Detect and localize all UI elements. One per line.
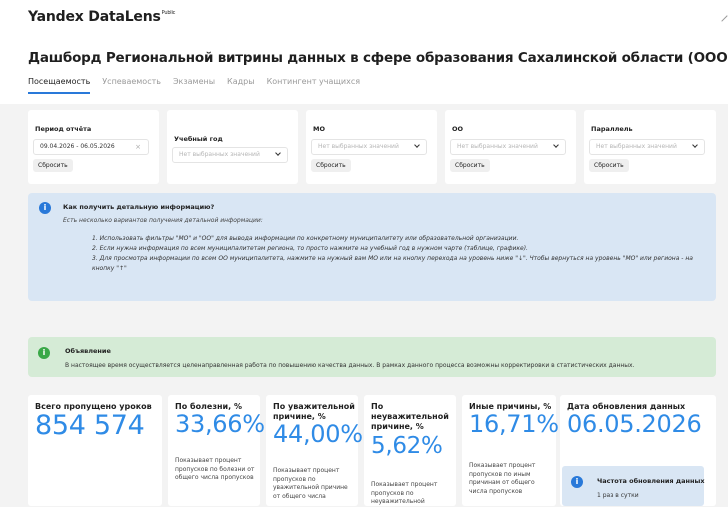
top-bar: Yandex DataLensPublic — [0, 0, 728, 34]
kpi-title: По уважительной причине, % — [273, 402, 355, 421]
year-filter: Учебный год Нет выбранных значений — [167, 110, 298, 184]
info-icon: i — [39, 202, 51, 214]
page-title: Дашборд Региональной витрины данных в сф… — [28, 50, 728, 66]
info-icon: i — [38, 347, 50, 359]
oo-reset-button[interactable]: Сбросить — [450, 159, 490, 172]
kpi-title: По неуважительной причине, % — [371, 402, 449, 431]
tab-performance[interactable]: Успеваемость — [102, 76, 161, 94]
mo-label: МО — [313, 125, 325, 133]
chevron-down-icon — [414, 142, 420, 148]
period-value: 09.04.2026 - 06.05.2026 — [40, 143, 115, 150]
kpi-other-card: Иные причины, % 16,71% Показывает процен… — [462, 395, 559, 506]
info-list: 1. Использовать фильтры "МО" и "ОО" для … — [92, 234, 702, 274]
mo-reset-button[interactable]: Сбросить — [311, 159, 351, 172]
kpi-value: 854 574 — [35, 410, 145, 441]
edit-icon[interactable] — [716, 10, 728, 22]
list-item: 3. Для просмотра информации по всем ОО м… — [92, 255, 693, 272]
kpi-description: Показывает процент пропусков по уважител… — [273, 467, 348, 500]
tab-exams[interactable]: Экзамены — [173, 76, 215, 94]
period-input[interactable]: 09.04.2026 - 06.05.2026 × — [33, 139, 149, 155]
kpi-description: Показывает процент пропусков по иным при… — [469, 462, 536, 495]
kpi-total-card: Всего пропущено уроков 854 574 — [28, 395, 162, 506]
kpi-value: 5,62% — [371, 433, 443, 459]
oo-label: ОО — [452, 125, 464, 133]
kpi-description: Показывает процент пропусков по болезни … — [175, 457, 255, 481]
info-block: i Как получить детальную информацию? Ест… — [28, 193, 716, 301]
update-frequency-block: i Частота обновления данных 1 раз в сутк… — [562, 466, 705, 506]
info-title: Как получить детальную информацию? — [63, 203, 215, 211]
frequency-title: Частота обновления данных — [597, 477, 705, 485]
chevron-down-icon — [275, 150, 281, 156]
tab-students[interactable]: Контингент учащихся — [267, 76, 361, 94]
clear-icon[interactable]: × — [135, 140, 141, 154]
kpi-invalid-card: По неуважительной причине, % 5,62% Показ… — [364, 395, 456, 506]
announcement-block: i Объявление В настоящее время осуществл… — [28, 337, 716, 377]
kpi-value: 16,71% — [469, 410, 559, 438]
mo-select[interactable]: Нет выбранных значений — [311, 139, 427, 155]
info-icon: i — [571, 476, 583, 488]
public-badge: Public — [161, 10, 176, 16]
year-label: Учебный год — [174, 135, 223, 143]
grade-label: Параллель — [591, 125, 633, 133]
year-select[interactable]: Нет выбранных значений — [172, 147, 288, 163]
oo-filter: ОО Нет выбранных значений Сбросить — [445, 110, 576, 184]
list-item: 1. Использовать фильтры "МО" и "ОО" для … — [92, 235, 519, 242]
grade-select[interactable]: Нет выбранных значений — [589, 139, 705, 155]
period-reset-button[interactable]: Сбросить — [33, 159, 73, 172]
chevron-down-icon — [553, 142, 559, 148]
chevron-down-icon — [692, 142, 698, 148]
tab-staff[interactable]: Кадры — [227, 76, 255, 94]
kpi-value: 44,00% — [273, 420, 363, 448]
list-item: 2. Если нужна информация по всем муницип… — [92, 245, 528, 252]
period-filter: Период отчёта 09.04.2026 - 06.05.2026 × С… — [28, 110, 159, 184]
info-subtitle: Есть несколько вариантов получения детал… — [63, 217, 263, 224]
oo-select[interactable]: Нет выбранных значений — [450, 139, 566, 155]
kpi-valid-card: По уважительной причине, % 44,00% Показы… — [266, 395, 363, 506]
grade-filter: Параллель Нет выбранных значений Сбросит… — [584, 110, 716, 184]
period-label: Период отчёта — [35, 125, 92, 133]
oo-placeholder: Нет выбранных значений — [457, 143, 538, 150]
year-placeholder: Нет выбранных значений — [179, 151, 260, 158]
kpi-illness-card: По болезни, % 33,66% Показывает процент … — [168, 395, 265, 506]
kpi-description: Показывает процент пропусков по неуважит… — [371, 481, 438, 505]
kpi-value: 33,66% — [175, 410, 265, 438]
brand-logo[interactable]: Yandex DataLensPublic — [28, 9, 175, 25]
grade-reset-button[interactable]: Сбросить — [589, 159, 629, 172]
kpi-value: 06.05.2026 — [567, 410, 702, 438]
grade-placeholder: Нет выбранных значений — [596, 143, 677, 150]
tab-attendance[interactable]: Посещаемость — [28, 76, 91, 94]
filter-panel: Период отчёта 09.04.2026 - 06.05.2026 × С… — [28, 110, 716, 184]
tab-bar: Посещаемость Успеваемость Экзамены Кадры… — [28, 76, 360, 94]
announcement-title: Объявление — [65, 347, 111, 355]
mo-filter: МО Нет выбранных значений Сбросить — [306, 110, 437, 184]
brand-name: Yandex DataLens — [28, 9, 161, 25]
announcement-text: В настоящее время осуществляется целенап… — [65, 362, 635, 369]
mo-placeholder: Нет выбранных значений — [318, 143, 399, 150]
dashboard-header: Дашборд Региональной витрины данных в сф… — [0, 34, 728, 104]
frequency-value: 1 раз в сутки — [597, 492, 639, 499]
